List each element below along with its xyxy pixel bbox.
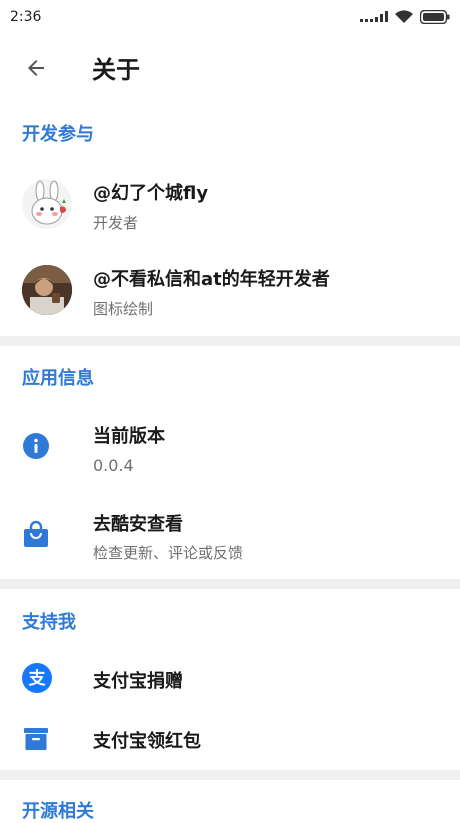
item-subtitle: 开发者 <box>93 214 139 232</box>
wifi-icon <box>395 10 413 23</box>
info-icon <box>22 432 50 460</box>
item-title: 支付宝领红包 <box>93 731 201 752</box>
rabbit-avatar <box>22 179 72 229</box>
person-avatar <box>22 265 72 315</box>
archive-box-icon <box>22 725 50 753</box>
signal-icon <box>360 11 388 22</box>
item-title: @不看私信和at的年轻开发者 <box>93 269 330 290</box>
section-header-dev: 开发参与 <box>22 124 94 145</box>
item-subtitle: 图标绘制 <box>93 300 154 318</box>
section-header-support: 支持我 <box>22 612 76 633</box>
section-header-open-source: 开源相关 <box>22 801 94 822</box>
svg-text:支: 支 <box>29 668 47 689</box>
status-bar: 2:36 <box>0 0 460 34</box>
section-header-app-info: 应用信息 <box>22 368 94 389</box>
item-title: 当前版本 <box>93 426 165 447</box>
item-subtitle: 0.0.4 <box>93 456 134 475</box>
shopping-bag-icon <box>22 520 50 548</box>
battery-icon <box>420 10 450 24</box>
alipay-icon: 支 <box>22 663 52 693</box>
list-item-coolapk[interactable]: 去酷安查看 检查更新、评论或反馈 <box>0 496 460 580</box>
back-button[interactable] <box>18 50 54 86</box>
section-divider <box>0 336 460 346</box>
arrow-back-icon <box>28 60 44 76</box>
item-subtitle: 检查更新、评论或反馈 <box>93 544 244 562</box>
list-item-current-version[interactable]: 当前版本 0.0.4 <box>0 408 460 496</box>
list-item-alipay-donate[interactable]: 支 支付宝捐赠 <box>0 650 460 708</box>
list-item-icon-designer[interactable]: @不看私信和at的年轻开发者 图标绘制 <box>0 252 460 338</box>
section-divider <box>0 579 460 589</box>
list-item-alipay-redpacket[interactable]: 支付宝领红包 <box>0 710 460 770</box>
list-item-developer[interactable]: @幻了个城fly 开发者 <box>0 166 460 252</box>
app-bar: 关于 <box>0 34 460 100</box>
item-title: 支付宝捐赠 <box>93 671 183 692</box>
status-icons <box>360 10 450 24</box>
page-title: 关于 <box>92 56 140 84</box>
section-divider <box>0 770 460 780</box>
item-title: 去酷安查看 <box>93 514 183 535</box>
status-time: 2:36 <box>10 9 42 25</box>
item-title: @幻了个城fly <box>93 183 209 204</box>
